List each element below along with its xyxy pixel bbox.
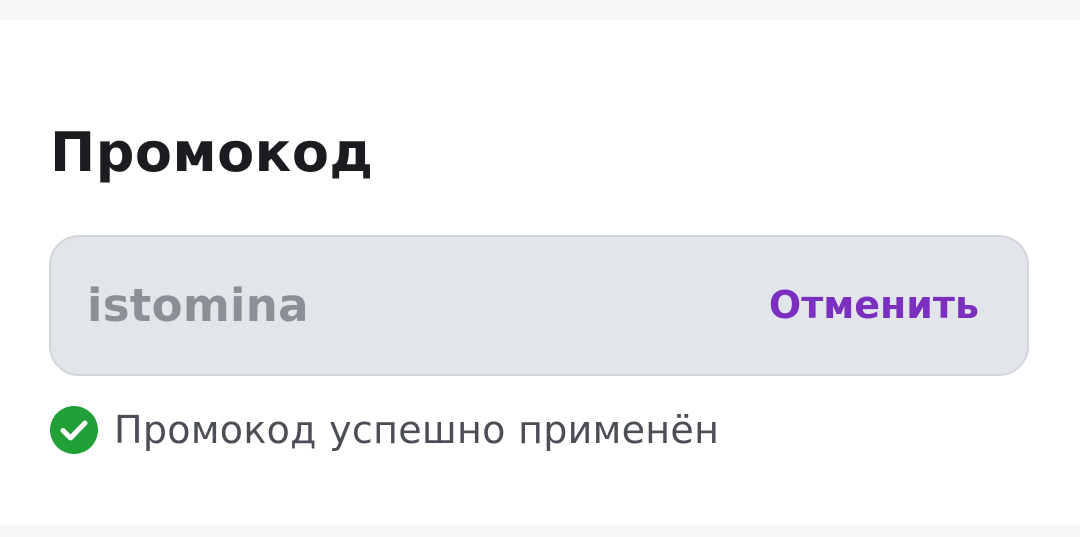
top-divider bbox=[0, 0, 1080, 20]
promo-code-value: istomina bbox=[87, 279, 309, 332]
check-circle-icon bbox=[50, 406, 98, 454]
cancel-promo-button[interactable]: Отменить bbox=[769, 237, 979, 374]
bottom-divider bbox=[0, 525, 1080, 537]
section-title: Промокод bbox=[50, 121, 374, 184]
promo-section: Промокод istomina Отменить Промокод успе… bbox=[0, 20, 1080, 525]
promo-status: Промокод успешно применён bbox=[50, 405, 719, 455]
promo-code-field[interactable]: istomina Отменить bbox=[49, 235, 1029, 376]
status-message: Промокод успешно применён bbox=[114, 408, 720, 452]
